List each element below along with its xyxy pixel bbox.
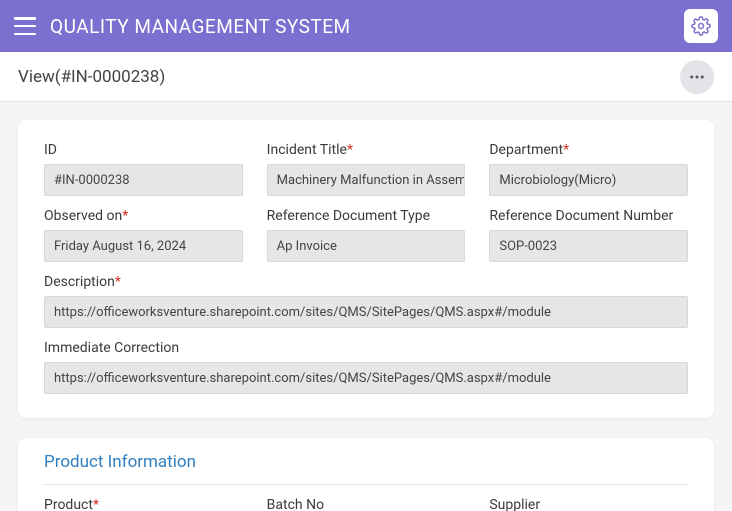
ref-doc-number-field[interactable]: SOP-0023	[489, 230, 688, 262]
hamburger-menu-icon[interactable]	[14, 17, 36, 35]
ref-doc-type-label: Reference Document Type	[267, 208, 466, 224]
content-area: ID #IN-0000238 Incident Title* Machinery…	[0, 102, 732, 511]
supplier-label: Supplier	[489, 497, 540, 511]
product-label: Product*	[44, 497, 99, 511]
immediate-correction-label: Immediate Correction	[44, 340, 688, 356]
id-label: ID	[44, 142, 243, 158]
page-title: View(#IN-0000238)	[18, 67, 165, 87]
department-field[interactable]: Microbiology(Micro)	[489, 164, 688, 196]
more-horizontal-icon	[688, 68, 706, 86]
more-actions-button[interactable]	[680, 60, 714, 94]
observed-on-field[interactable]: Friday August 16, 2024	[44, 230, 243, 262]
app-title: QUALITY MANAGEMENT SYSTEM	[50, 15, 351, 38]
description-field[interactable]: https://officeworksventure.sharepoint.co…	[44, 296, 688, 328]
incident-details-card: ID #IN-0000238 Incident Title* Machinery…	[18, 120, 714, 418]
ref-doc-number-label: Reference Document Number	[489, 208, 688, 224]
immediate-correction-field[interactable]: https://officeworksventure.sharepoint.co…	[44, 362, 688, 394]
subheader: View(#IN-0000238)	[0, 52, 732, 102]
app-header: QUALITY MANAGEMENT SYSTEM	[0, 0, 732, 52]
product-information-card: Product Information Product* Batch No Su…	[18, 438, 714, 511]
incident-title-label: Incident Title*	[267, 142, 466, 158]
description-label: Description*	[44, 274, 688, 290]
product-info-section-title: Product Information	[44, 438, 688, 485]
department-label: Department*	[489, 142, 688, 158]
ref-doc-type-field[interactable]: Ap Invoice	[267, 230, 466, 262]
gear-icon	[691, 16, 711, 36]
settings-button[interactable]	[684, 9, 718, 43]
incident-title-field[interactable]: Machinery Malfunction in Assembly Line	[267, 164, 466, 196]
observed-on-label: Observed on*	[44, 208, 243, 224]
batch-no-label: Batch No	[267, 497, 324, 511]
id-field[interactable]: #IN-0000238	[44, 164, 243, 196]
header-left: QUALITY MANAGEMENT SYSTEM	[14, 15, 351, 38]
